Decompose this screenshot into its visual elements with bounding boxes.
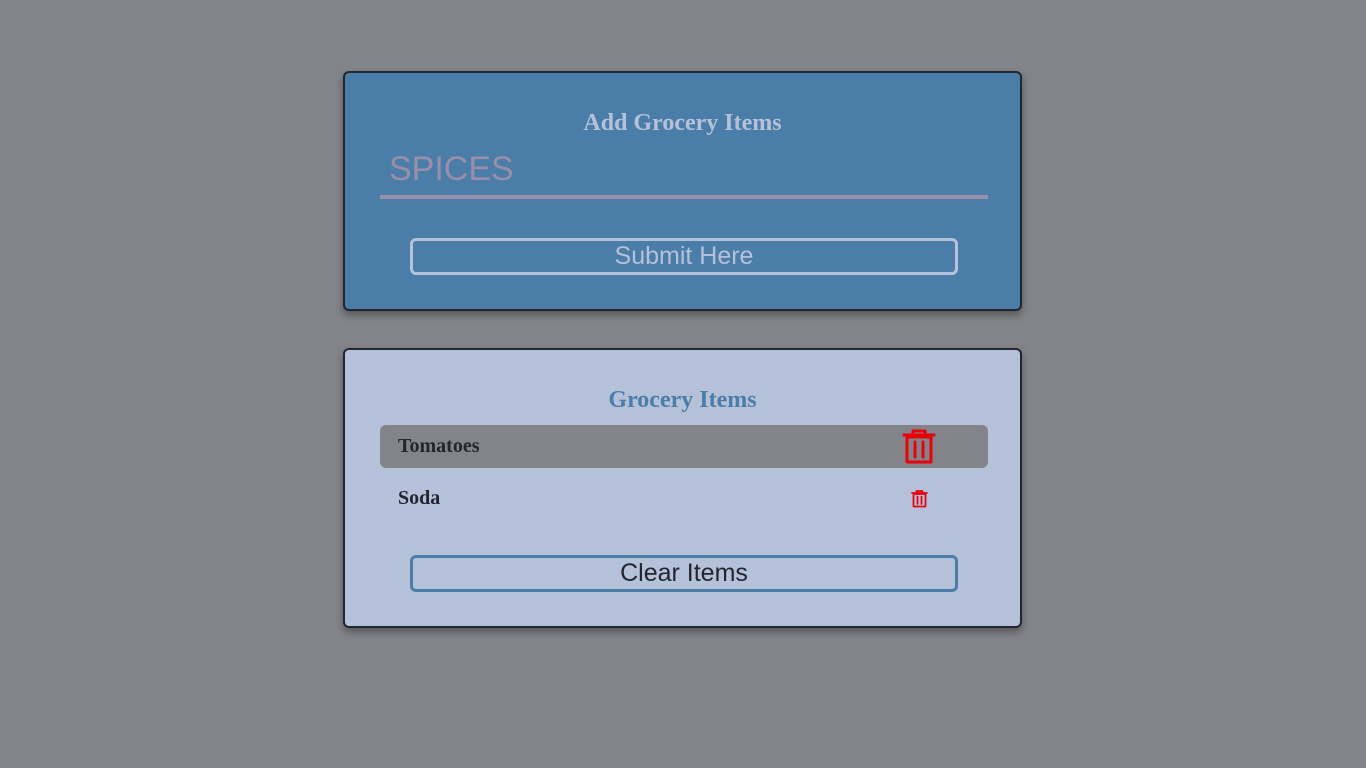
item-name: Tomatoes [398, 435, 480, 457]
grocery-items-title: Grocery Items [608, 387, 757, 413]
add-grocery-card: Add Grocery Items Submit Here [343, 71, 1022, 311]
submit-button[interactable]: Submit Here [410, 238, 958, 275]
grocery-list: Tomatoes Soda [380, 425, 988, 529]
trash-icon[interactable] [902, 428, 936, 464]
item-name: Soda [398, 487, 441, 509]
list-item[interactable]: Soda [380, 477, 988, 520]
grocery-item-input[interactable] [380, 143, 988, 199]
add-grocery-title: Add Grocery Items [583, 110, 782, 136]
grocery-items-card: Grocery Items Tomatoes Soda Clear Items [343, 348, 1022, 628]
clear-items-button[interactable]: Clear Items [410, 555, 958, 592]
trash-icon[interactable] [911, 489, 928, 508]
list-item[interactable]: Tomatoes [380, 425, 988, 468]
